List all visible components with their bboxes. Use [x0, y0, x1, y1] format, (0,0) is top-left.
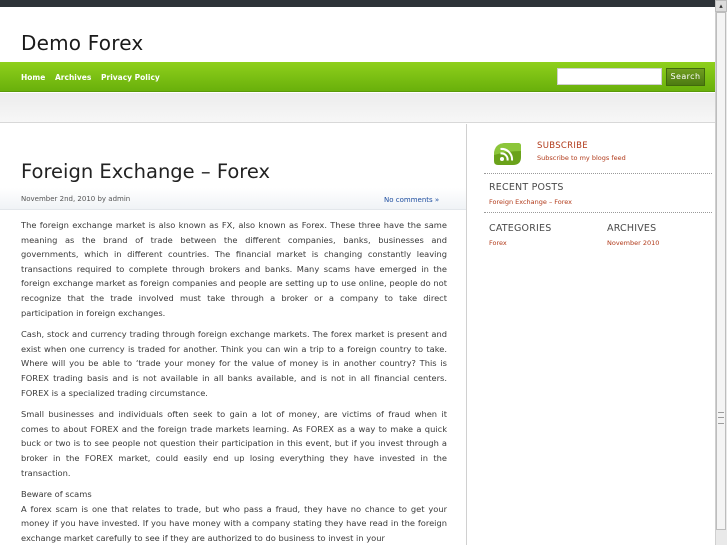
- nav-home-link[interactable]: Home: [21, 73, 45, 82]
- archive-link[interactable]: November 2010: [607, 239, 659, 247]
- main-content: Foreign Exchange – Forex November 2nd, 2…: [0, 124, 467, 545]
- site-title[interactable]: Demo Forex: [21, 31, 143, 55]
- post-subheading: Beware of scams: [21, 489, 92, 500]
- post-title[interactable]: Foreign Exchange – Forex: [21, 160, 270, 183]
- rss-feed-icon[interactable]: [492, 141, 522, 167]
- sidebar-divider: [484, 212, 712, 213]
- top-dark-bar: [0, 0, 727, 7]
- archives-heading: ARCHIVES: [607, 223, 657, 234]
- main-navbar: Home Archives Privacy Policy Search: [0, 62, 715, 92]
- post-paragraph: Small businesses and individuals often s…: [21, 409, 447, 478]
- comments-link[interactable]: No comments »: [384, 196, 439, 204]
- header-sub-band: [0, 93, 715, 123]
- sidebar-divider: [484, 173, 712, 174]
- sidebar: SUBSCRIBE Subscribe to my blogs feed REC…: [468, 124, 715, 545]
- scroll-up-arrow-icon[interactable]: ▴: [715, 0, 727, 12]
- page-container: Demo Forex Home Archives Privacy Policy …: [0, 7, 715, 545]
- post-paragraph: A forex scam is one that relates to trad…: [21, 503, 447, 543]
- search-button[interactable]: Search: [666, 68, 705, 86]
- categories-heading: CATEGORIES: [489, 223, 552, 234]
- post-paragraph: Cash, stock and currency trading through…: [21, 329, 447, 398]
- post-paragraph: The foreign exchange market is also know…: [21, 220, 447, 318]
- scrollbar-thumb[interactable]: [716, 12, 726, 530]
- post-meta-bar: November 2nd, 2010 by admin No comments …: [0, 188, 466, 210]
- search-input[interactable]: [557, 68, 662, 85]
- post-date-author: November 2nd, 2010 by admin: [21, 195, 131, 203]
- subscribe-title[interactable]: SUBSCRIBE: [537, 141, 588, 151]
- subscribe-subtitle[interactable]: Subscribe to my blogs feed: [537, 154, 626, 162]
- scrollbar-grip-icon: [718, 412, 724, 424]
- recent-post-link[interactable]: Foreign Exchange – Forex: [489, 198, 572, 206]
- category-link[interactable]: Forex: [489, 239, 507, 247]
- post-body: The foreign exchange market is also know…: [21, 218, 447, 545]
- nav-archives-link[interactable]: Archives: [55, 73, 91, 82]
- nav-privacy-policy-link[interactable]: Privacy Policy: [101, 73, 160, 82]
- recent-posts-heading: RECENT POSTS: [489, 182, 564, 193]
